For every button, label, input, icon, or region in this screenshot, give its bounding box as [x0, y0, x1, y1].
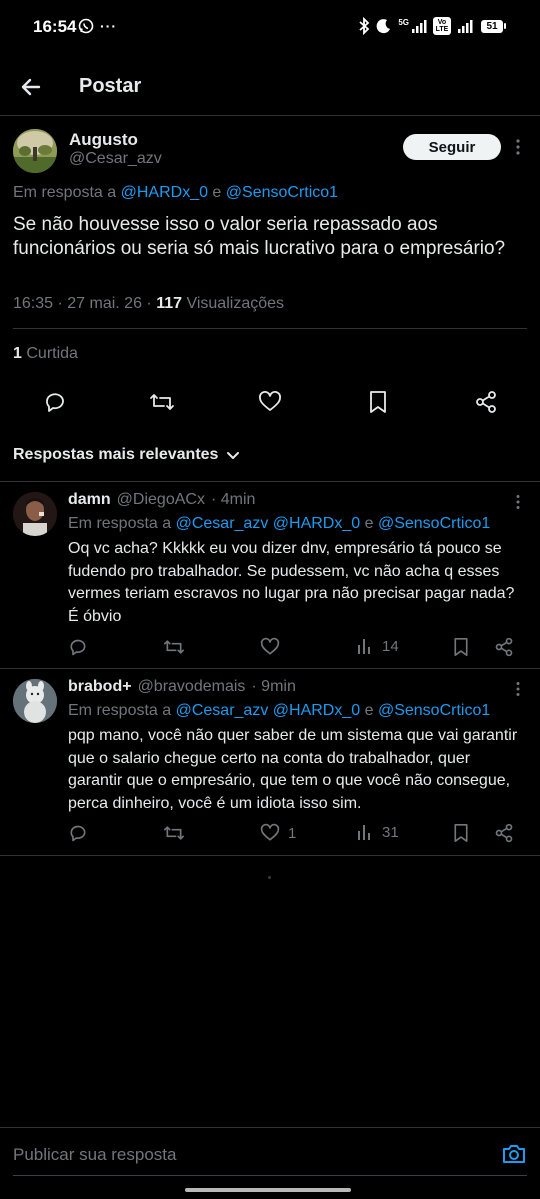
reply-context: Em resposta a @HARDx_0 e @SensoCrtico1	[13, 184, 339, 201]
signal-5g-icon: 5G	[398, 18, 427, 34]
mention-link[interactable]: @SensoCrtico1	[378, 515, 490, 532]
reply-icon[interactable]	[68, 823, 88, 843]
sort-label: Respostas mais relevantes	[13, 446, 219, 463]
reply-author-handle[interactable]: @bravodemais	[138, 678, 246, 696]
camera-icon[interactable]	[502, 1143, 526, 1165]
views-count: 14	[382, 637, 399, 655]
status-bar: 16:54 ··· 5G Vo LTE 51	[0, 0, 540, 56]
back-arrow-icon[interactable]	[18, 74, 44, 100]
mention-link[interactable]: @SensoCrtico1	[226, 184, 338, 201]
home-indicator[interactable]	[185, 1188, 351, 1192]
post-meta: 16:35 · 27 mai. 26 · 117 Visualizações	[13, 295, 285, 312]
more-options-icon[interactable]	[511, 138, 525, 156]
status-time: 16:54	[33, 17, 77, 36]
repost-icon[interactable]	[163, 823, 185, 843]
divider	[0, 855, 540, 856]
battery-icon: 51	[481, 19, 506, 33]
views-icon[interactable]: 31	[356, 823, 399, 841]
share-icon[interactable]	[494, 823, 514, 843]
bookmark-icon[interactable]	[367, 390, 389, 414]
like-icon[interactable]	[258, 390, 282, 414]
reply-text: Oq vc acha? Kkkkk eu vou dizer dnv, empr…	[68, 540, 515, 625]
reply-author-handle[interactable]: @DiegoACx	[117, 491, 205, 509]
moon-icon	[376, 18, 392, 34]
mention-link[interactable]: @HARDx_0	[273, 702, 360, 719]
reply-time: · 9min	[251, 678, 296, 695]
mention-link[interactable]: @HARDx_0	[273, 515, 360, 532]
chevron-down-icon	[226, 448, 240, 462]
author-name[interactable]: Augusto	[69, 130, 138, 150]
reply-text: pqp mano, você não quer saber de um sist…	[68, 727, 518, 812]
top-bar: Postar	[0, 56, 540, 116]
views-icon[interactable]: 14	[356, 637, 399, 655]
share-icon[interactable]	[494, 637, 514, 657]
signal-icon	[457, 18, 475, 34]
likes-label: Curtida	[26, 345, 78, 362]
reply-header: damn @DiegoACx · 4min	[68, 491, 255, 509]
compose-underline	[13, 1175, 527, 1176]
follow-button[interactable]: Seguir	[403, 134, 501, 160]
divider	[13, 328, 527, 329]
views-count: 31	[382, 823, 399, 841]
reply-context: Em resposta a @Cesar_azv @HARDx_0 e @Sen…	[68, 515, 491, 532]
reply-icon[interactable]	[68, 637, 88, 657]
like-count: 1	[288, 824, 297, 842]
repost-icon[interactable]	[163, 637, 185, 657]
sort-replies-dropdown[interactable]: Respostas mais relevantes	[13, 446, 240, 464]
reply-actions: 1 31	[68, 823, 528, 845]
reply-header: brabod+ @bravodemais · 9min	[68, 678, 296, 696]
reply-actions: 14	[68, 637, 528, 659]
more-options-icon[interactable]	[512, 494, 524, 510]
mention-link[interactable]: @HARDx_0	[121, 184, 208, 201]
divider	[0, 481, 540, 482]
reply-author-name[interactable]: brabod+	[68, 678, 132, 696]
reply-icon[interactable]	[43, 390, 67, 414]
bookmark-icon[interactable]	[452, 637, 470, 657]
likes-count: 1	[13, 345, 22, 362]
likes-summary[interactable]: 1 Curtida	[13, 345, 78, 363]
more-notifications-icon: ···	[100, 18, 117, 34]
share-icon[interactable]	[474, 390, 498, 414]
post-time: 16:35	[13, 295, 54, 312]
mention-link[interactable]: @SensoCrtico1	[378, 702, 490, 719]
loading-indicator	[268, 876, 271, 879]
divider	[0, 668, 540, 669]
like-icon[interactable]	[260, 637, 288, 657]
post-date: 27 mai. 26	[67, 295, 142, 312]
author-handle[interactable]: @Cesar_azv	[69, 150, 162, 168]
page-title: Postar	[79, 75, 142, 97]
like-icon[interactable]: 1	[260, 823, 296, 843]
reply-time: · 4min	[210, 491, 256, 508]
reply-avatar[interactable]	[13, 679, 57, 723]
divider	[0, 1127, 540, 1128]
author-avatar[interactable]	[13, 129, 57, 173]
post-text: Se não houvesse isso o valor seria repas…	[13, 214, 506, 259]
reply-author-name[interactable]: damn	[68, 491, 111, 509]
bookmark-icon[interactable]	[452, 823, 470, 843]
repost-icon[interactable]	[149, 390, 175, 414]
bluetooth-icon	[358, 17, 370, 35]
post-actions	[0, 390, 540, 418]
reply-compose-input[interactable]: Publicar sua resposta	[13, 1145, 176, 1165]
more-options-icon[interactable]	[512, 681, 524, 697]
mention-link[interactable]: @Cesar_azv	[176, 515, 269, 532]
views-label: Visualizações	[186, 295, 285, 312]
mention-link[interactable]: @Cesar_azv	[176, 702, 269, 719]
views-count: 117	[156, 295, 183, 312]
reply-avatar[interactable]	[13, 492, 57, 536]
volte-icon: Vo LTE	[433, 17, 451, 35]
reply-context: Em resposta a @Cesar_azv @HARDx_0 e @Sen…	[68, 702, 491, 719]
whatsapp-icon	[78, 18, 94, 34]
